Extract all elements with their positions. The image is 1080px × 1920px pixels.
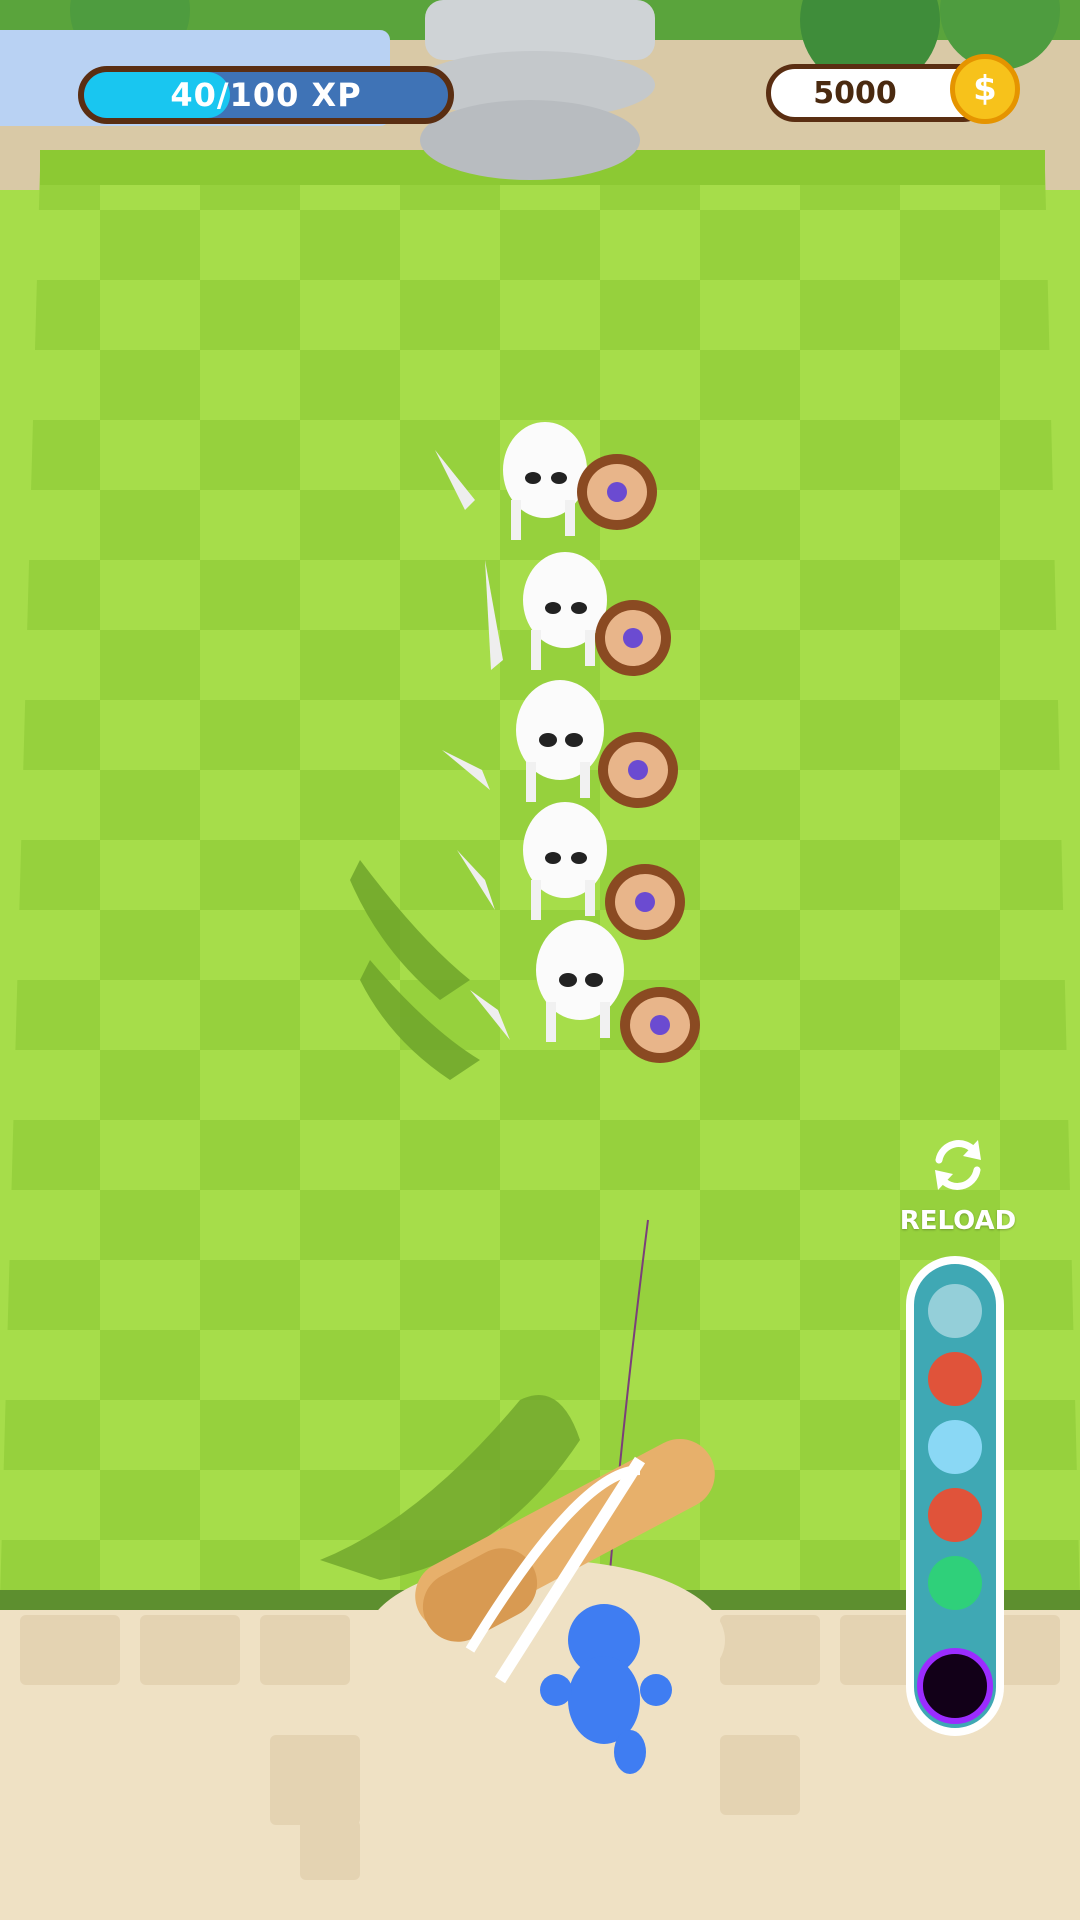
ammo-queue bbox=[906, 1256, 1004, 1736]
void-ball-ammo[interactable] bbox=[917, 1648, 993, 1724]
coin-amount: 5000 bbox=[813, 75, 897, 111]
reload-button[interactable]: RELOAD bbox=[896, 1130, 1020, 1236]
lightning-ball-ammo bbox=[928, 1420, 982, 1474]
ice-ball-ammo bbox=[928, 1284, 982, 1338]
poison-ball-ammo bbox=[928, 1556, 982, 1610]
game-stage[interactable]: 40/100 XP 5000 $ RELOAD bbox=[0, 0, 1080, 1920]
reload-icon bbox=[935, 1140, 981, 1190]
coin-icon: $ bbox=[950, 54, 1020, 124]
xp-label: 40/100 XP bbox=[170, 76, 362, 114]
reload-label: RELOAD bbox=[899, 1206, 1017, 1236]
fire-ball-ammo bbox=[928, 1488, 982, 1542]
fire-ball-ammo bbox=[928, 1352, 982, 1406]
xp-progress-bar: 40/100 XP bbox=[78, 66, 454, 124]
coin-symbol: $ bbox=[973, 69, 997, 109]
